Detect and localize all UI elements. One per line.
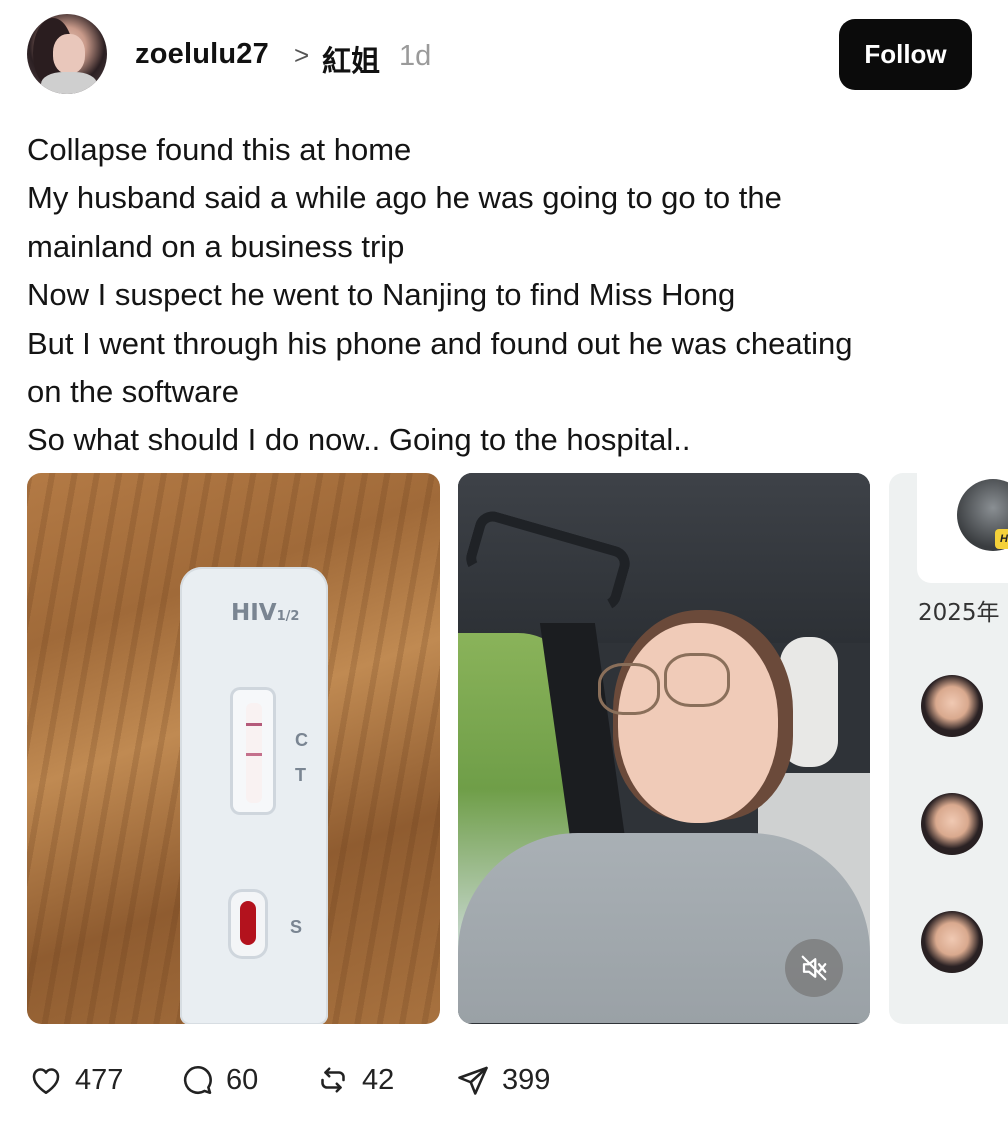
screenshot-year: 2025年: [918, 600, 1000, 626]
post-line: Collapse found this at home: [27, 132, 412, 167]
post-line: mainland on a business trip: [27, 228, 405, 264]
test-strip: [246, 703, 262, 803]
comment-count: 60: [226, 1063, 259, 1096]
repost-count: 42: [362, 1063, 395, 1096]
username[interactable]: zoelulu27: [135, 38, 269, 71]
kit-label-main: HIV: [231, 600, 277, 626]
repost-icon: [321, 1067, 345, 1093]
like-button[interactable]: 477: [27, 1052, 123, 1108]
chevron-right-icon: >: [294, 40, 310, 70]
kit-label-sub: 1/2: [276, 609, 300, 624]
speaker-muted-icon[interactable]: [785, 939, 843, 997]
post-line: Now I suspect he went to Nanjing to find…: [27, 277, 736, 313]
post-body: Collapse found this at home My husband s…: [27, 126, 967, 465]
blood-sample: [240, 901, 256, 945]
share-button[interactable]: 399: [454, 1052, 550, 1108]
post-line: But I went through his phone and found o…: [27, 325, 853, 361]
hifun-badge: HiFun: [995, 529, 1008, 549]
post-line: My husband said a while ago he was going…: [27, 180, 782, 216]
kit-marker-t: T: [295, 765, 306, 785]
avatar-face: [53, 34, 85, 74]
kit-marker-c: C: [295, 730, 308, 750]
comment-icon: [183, 1065, 212, 1095]
chat-avatar: [921, 911, 983, 973]
post-line: on the software: [27, 374, 239, 410]
comment-button[interactable]: 60: [180, 1052, 258, 1108]
avatar-shirt: [41, 72, 97, 94]
repost-button[interactable]: 42: [314, 1052, 394, 1108]
follow-button[interactable]: Follow: [839, 19, 972, 90]
topic-tag[interactable]: 紅姐: [322, 38, 380, 80]
sample-well: [228, 889, 268, 959]
control-line: [246, 723, 262, 726]
post-header: zoelulu27 > 紅姐 1d Follow: [0, 0, 1008, 110]
chat-avatar: [921, 675, 983, 737]
profile-card: HiFun: [917, 473, 1008, 583]
like-count: 477: [75, 1063, 124, 1096]
send-icon: [458, 1066, 488, 1095]
kit-marker-s: S: [290, 917, 303, 937]
media-video-car[interactable]: [458, 473, 870, 1024]
avatar[interactable]: [27, 14, 107, 94]
chat-avatar: [921, 793, 983, 855]
heart-icon: [32, 1068, 60, 1095]
kit-label: HIV1/2: [231, 600, 299, 626]
test-line: [246, 753, 262, 756]
action-bar: 477 60 42 399: [0, 1052, 1008, 1112]
share-count: 399: [502, 1063, 551, 1096]
speaker-muted-glyph: [801, 955, 827, 981]
media-image-screenshot[interactable]: HiFun 2025年: [889, 473, 1008, 1024]
media-image-test-kit[interactable]: HIV1/2 C T S: [27, 473, 440, 1024]
post-time: 1d: [399, 40, 432, 72]
glasses-left: [598, 663, 660, 715]
result-window: [230, 687, 276, 815]
test-cassette: HIV1/2 C T S: [180, 567, 328, 1024]
post-line: So what should I do now.. Going to the h…: [27, 422, 691, 458]
glasses-right: [664, 653, 730, 707]
